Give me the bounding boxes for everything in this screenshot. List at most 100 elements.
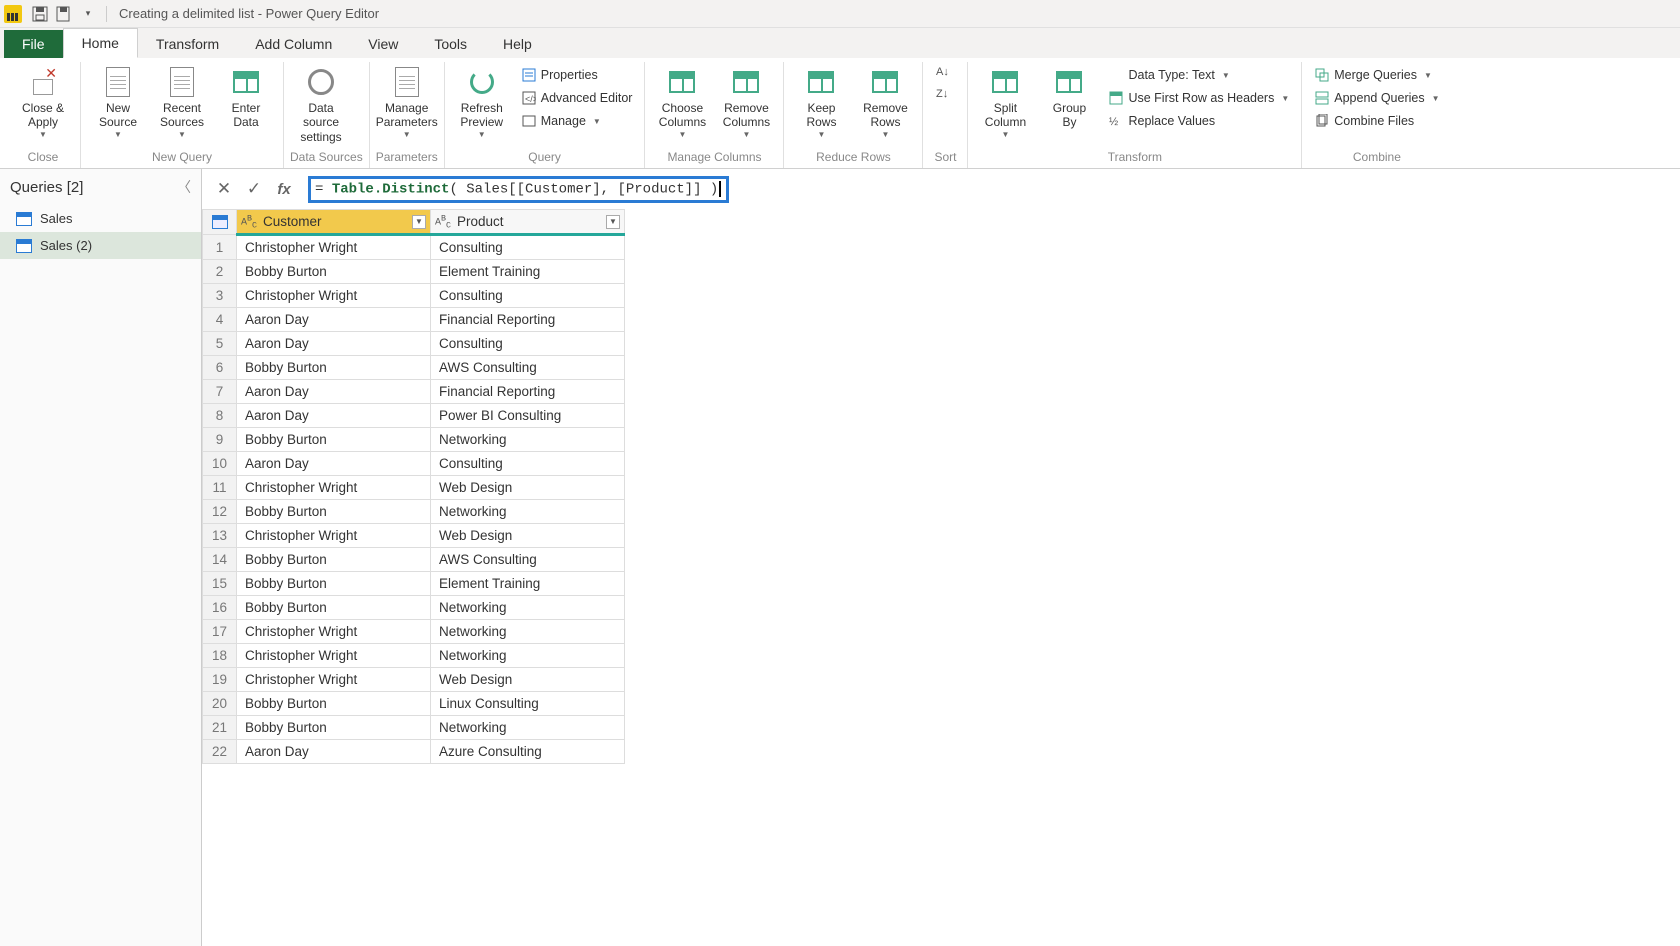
manage-parameters-button[interactable]: Manage Parameters▼ xyxy=(376,62,438,143)
first-row-headers-button[interactable]: Use First Row as Headers▼ xyxy=(1102,87,1295,109)
row-number[interactable]: 19 xyxy=(203,668,237,692)
row-number[interactable]: 12 xyxy=(203,500,237,524)
remove-rows-button[interactable]: Remove Rows▼ xyxy=(854,62,916,143)
cell-customer[interactable]: Bobby Burton xyxy=(237,548,431,572)
split-column-button[interactable]: Split Column▼ xyxy=(974,62,1036,143)
column-header-customer[interactable]: ABC Customer ▼ xyxy=(237,210,431,235)
cell-product[interactable]: Financial Reporting xyxy=(431,308,625,332)
cell-product[interactable]: AWS Consulting xyxy=(431,548,625,572)
properties-button[interactable]: Properties xyxy=(515,64,639,86)
manage-button[interactable]: Manage▼ xyxy=(515,110,639,132)
qat-undo-icon[interactable] xyxy=(54,4,74,24)
cell-customer[interactable]: Aaron Day xyxy=(237,404,431,428)
cell-product[interactable]: Web Design xyxy=(431,476,625,500)
refresh-preview-button[interactable]: Refresh Preview▼ xyxy=(451,62,513,143)
close-apply-button[interactable]: Close & Apply▼ xyxy=(12,62,74,143)
cell-product[interactable]: Consulting xyxy=(431,235,625,260)
keep-rows-button[interactable]: Keep Rows▼ xyxy=(790,62,852,143)
advanced-editor-button[interactable]: </>Advanced Editor xyxy=(515,87,639,109)
cell-product[interactable]: Azure Consulting xyxy=(431,740,625,764)
formula-input[interactable]: = Table.Distinct( Sales[[Customer], [Pro… xyxy=(308,176,729,203)
recent-sources-button[interactable]: Recent Sources▼ xyxy=(151,62,213,143)
remove-columns-button[interactable]: Remove Columns▼ xyxy=(715,62,777,143)
data-type-button[interactable]: Data Type: Text▼ xyxy=(1102,64,1295,86)
cell-customer[interactable]: Christopher Wright xyxy=(237,476,431,500)
table-row[interactable]: 9Bobby BurtonNetworking xyxy=(203,428,625,452)
tab-view[interactable]: View xyxy=(350,30,416,58)
data-source-settings-button[interactable]: Data source settings xyxy=(290,62,352,148)
table-row[interactable]: 16Bobby BurtonNetworking xyxy=(203,596,625,620)
column-header-product[interactable]: ABC Product ▼ xyxy=(431,210,625,235)
row-number[interactable]: 18 xyxy=(203,644,237,668)
tab-home[interactable]: Home xyxy=(63,28,138,58)
cell-product[interactable]: Linux Consulting xyxy=(431,692,625,716)
cell-customer[interactable]: Bobby Burton xyxy=(237,500,431,524)
tab-transform[interactable]: Transform xyxy=(138,30,237,58)
table-row[interactable]: 20Bobby BurtonLinux Consulting xyxy=(203,692,625,716)
cell-product[interactable]: Financial Reporting xyxy=(431,380,625,404)
table-row[interactable]: 3Christopher WrightConsulting xyxy=(203,284,625,308)
row-number[interactable]: 20 xyxy=(203,692,237,716)
row-number[interactable]: 1 xyxy=(203,235,237,260)
append-queries-button[interactable]: Append Queries▼ xyxy=(1308,87,1445,109)
table-row[interactable]: 19Christopher WrightWeb Design xyxy=(203,668,625,692)
table-row[interactable]: 5Aaron DayConsulting xyxy=(203,332,625,356)
cell-product[interactable]: Consulting xyxy=(431,284,625,308)
cell-customer[interactable]: Christopher Wright xyxy=(237,524,431,548)
merge-queries-button[interactable]: Merge Queries▼ xyxy=(1308,64,1445,86)
table-row[interactable]: 17Christopher WrightNetworking xyxy=(203,620,625,644)
cell-customer[interactable]: Bobby Burton xyxy=(237,716,431,740)
table-row[interactable]: 14Bobby BurtonAWS Consulting xyxy=(203,548,625,572)
row-number[interactable]: 16 xyxy=(203,596,237,620)
row-number[interactable]: 6 xyxy=(203,356,237,380)
table-row[interactable]: 8Aaron DayPower BI Consulting xyxy=(203,404,625,428)
cell-product[interactable]: Networking xyxy=(431,716,625,740)
cell-customer[interactable]: Bobby Burton xyxy=(237,356,431,380)
cell-customer[interactable]: Christopher Wright xyxy=(237,284,431,308)
cell-customer[interactable]: Christopher Wright xyxy=(237,668,431,692)
cell-customer[interactable]: Aaron Day xyxy=(237,332,431,356)
cell-product[interactable]: Web Design xyxy=(431,524,625,548)
cell-product[interactable]: Networking xyxy=(431,596,625,620)
collapse-queries-icon[interactable]: 〈 xyxy=(177,177,191,197)
replace-values-button[interactable]: ½Replace Values xyxy=(1102,110,1295,132)
row-number[interactable]: 3 xyxy=(203,284,237,308)
cell-customer[interactable]: Christopher Wright xyxy=(237,235,431,260)
row-number[interactable]: 4 xyxy=(203,308,237,332)
row-number[interactable]: 17 xyxy=(203,620,237,644)
table-row[interactable]: 4Aaron DayFinancial Reporting xyxy=(203,308,625,332)
qat-customize-dd-icon[interactable]: ▾ xyxy=(78,4,98,24)
data-grid-wrap[interactable]: ABC Customer ▼ ABC Product ▼ 1Christophe… xyxy=(202,209,1680,946)
table-row[interactable]: 22Aaron DayAzure Consulting xyxy=(203,740,625,764)
cell-product[interactable]: Power BI Consulting xyxy=(431,404,625,428)
table-row[interactable]: 2Bobby BurtonElement Training xyxy=(203,260,625,284)
formula-commit-icon[interactable]: ✓ xyxy=(240,175,268,203)
table-row[interactable]: 15Bobby BurtonElement Training xyxy=(203,572,625,596)
cell-product[interactable]: Networking xyxy=(431,644,625,668)
formula-fx-icon[interactable]: fx xyxy=(270,175,298,203)
row-number[interactable]: 22 xyxy=(203,740,237,764)
cell-product[interactable]: Networking xyxy=(431,500,625,524)
cell-customer[interactable]: Aaron Day xyxy=(237,452,431,476)
new-source-button[interactable]: New Source▼ xyxy=(87,62,149,143)
row-number[interactable]: 9 xyxy=(203,428,237,452)
table-row[interactable]: 12Bobby BurtonNetworking xyxy=(203,500,625,524)
tab-file[interactable]: File xyxy=(4,30,63,58)
row-number[interactable]: 13 xyxy=(203,524,237,548)
cell-product[interactable]: Networking xyxy=(431,620,625,644)
row-number[interactable]: 10 xyxy=(203,452,237,476)
cell-customer[interactable]: Bobby Burton xyxy=(237,572,431,596)
cell-customer[interactable]: Bobby Burton xyxy=(237,596,431,620)
cell-customer[interactable]: Bobby Burton xyxy=(237,260,431,284)
column-filter-dd-icon[interactable]: ▼ xyxy=(412,215,426,229)
table-row[interactable]: 18Christopher WrightNetworking xyxy=(203,644,625,668)
table-row[interactable]: 13Christopher WrightWeb Design xyxy=(203,524,625,548)
cell-customer[interactable]: Bobby Burton xyxy=(237,428,431,452)
row-number[interactable]: 8 xyxy=(203,404,237,428)
cell-customer[interactable]: Aaron Day xyxy=(237,308,431,332)
column-filter-dd-icon[interactable]: ▼ xyxy=(606,215,620,229)
table-row[interactable]: 7Aaron DayFinancial Reporting xyxy=(203,380,625,404)
row-number[interactable]: 14 xyxy=(203,548,237,572)
formula-cancel-icon[interactable]: ✕ xyxy=(210,175,238,203)
row-number[interactable]: 21 xyxy=(203,716,237,740)
